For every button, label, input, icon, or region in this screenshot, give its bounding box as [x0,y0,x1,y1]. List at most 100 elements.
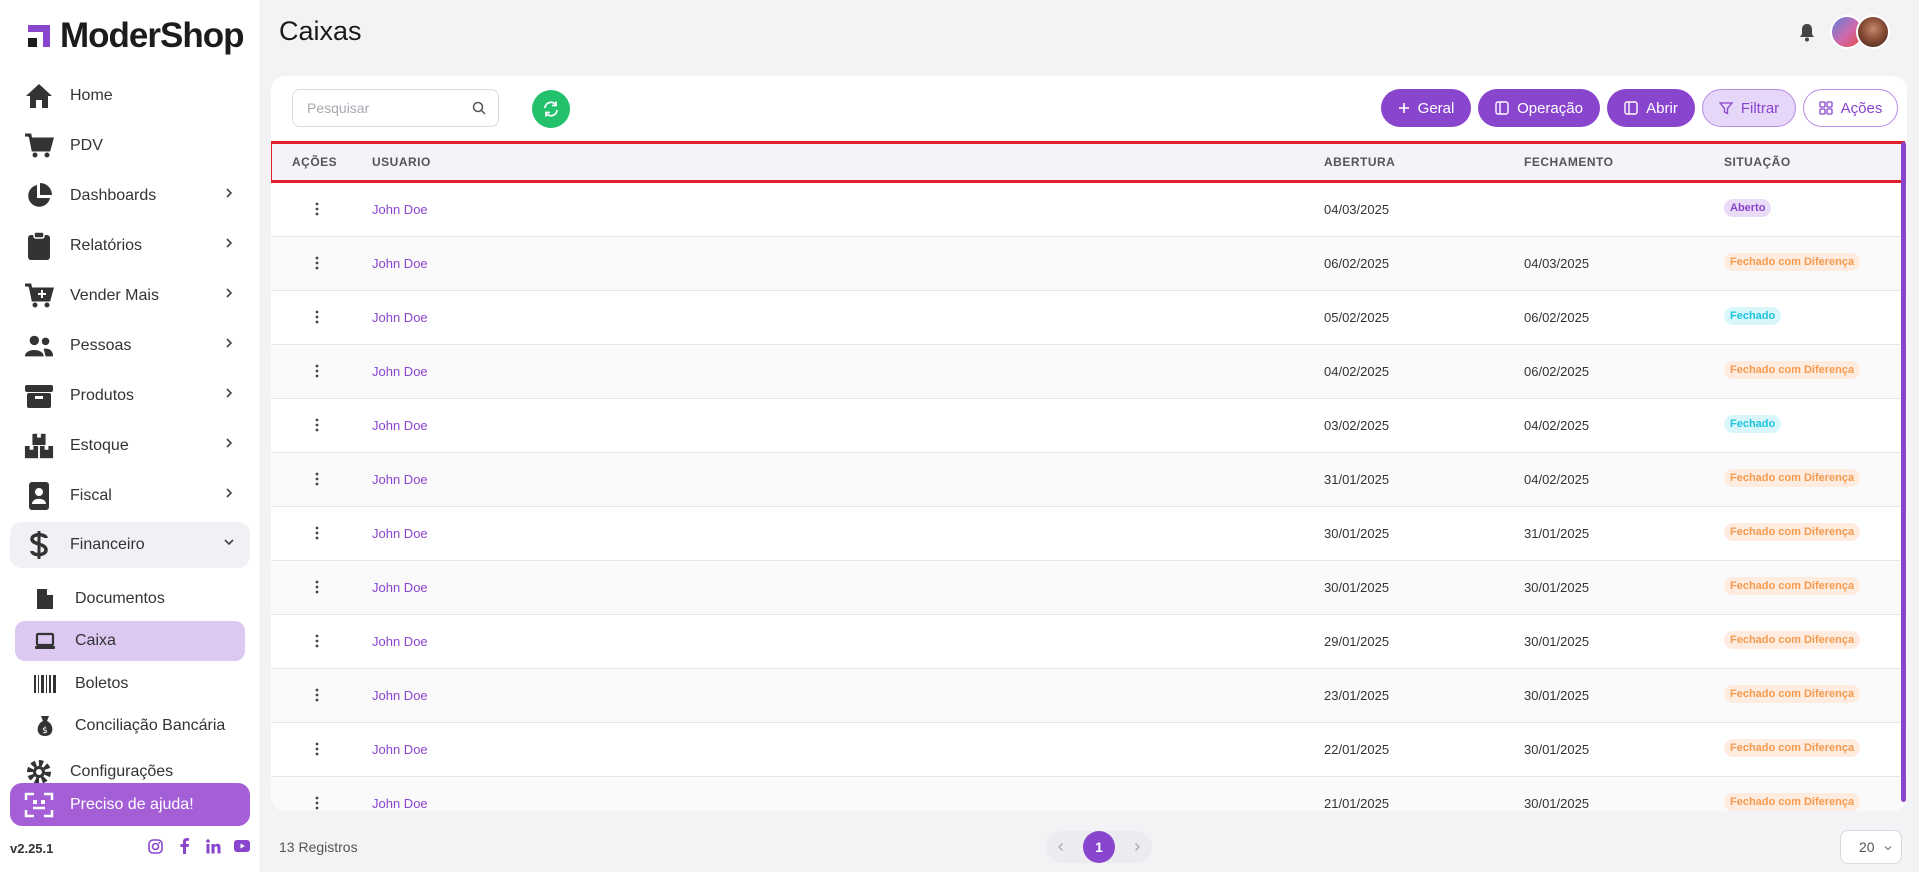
facebook-icon[interactable] [176,838,192,854]
status-badge: Fechado com Diferença [1724,361,1861,379]
logo[interactable]: ModerShop [26,16,244,56]
table-row[interactable]: John Doe 03/02/2025 04/02/2025 Fechado [271,399,1907,453]
column-header-acoes[interactable]: AÇÕES [292,155,337,169]
status-badge: Aberto [1724,199,1772,217]
cell-usuario[interactable]: John Doe [372,310,428,325]
chevron-left-icon[interactable] [1056,842,1066,852]
box-icon [24,381,54,411]
sidebar-item-label: Pessoas [70,337,132,354]
cart-icon [24,131,54,161]
table-scrollbar[interactable] [1901,142,1906,802]
table-row[interactable]: John Doe 22/01/2025 30/01/2025 Fechado com … [271,723,1907,777]
cell-usuario[interactable]: John Doe [372,418,428,433]
row-actions-icon[interactable] [311,413,323,437]
sidebar-item-home[interactable]: Home [10,73,250,119]
cell-usuario[interactable]: John Doe [372,580,428,595]
table-row[interactable]: John Doe 29/01/2025 30/01/2025 Fechado com … [271,615,1907,669]
sidebar-item-relatorios[interactable]: Relatórios [10,223,250,269]
chevron-right-icon [226,288,233,298]
row-actions-icon[interactable] [311,359,323,383]
acoes-button-label: Ações [1840,99,1883,117]
table-row[interactable]: John Doe 31/01/2025 04/02/2025 Fechado com … [271,453,1907,507]
geral-button[interactable]: Geral [1381,89,1471,127]
sidebar-item-dashboards[interactable]: Dashboards [10,173,250,219]
sidebar-item-vender-mais[interactable]: Vender Mais [10,273,250,319]
row-actions-icon[interactable] [311,197,323,221]
dollar-icon [24,530,54,560]
sidebar-subitem-documentos[interactable]: Documentos [15,579,245,619]
column-header-usuario[interactable]: USUARIO [372,155,431,169]
table-row[interactable]: John Doe 04/02/2025 06/02/2025 Fechado com … [271,345,1907,399]
cell-usuario[interactable]: John Doe [372,742,428,757]
operacao-button[interactable]: Operação [1478,89,1600,127]
sidebar-item-estoque[interactable]: Estoque [10,423,250,469]
cell-fechamento: 04/03/2025 [1524,256,1590,271]
bell-icon[interactable] [1798,22,1816,42]
status-badge: Fechado com Diferença [1724,253,1861,271]
badge-icon [24,481,54,511]
row-actions-icon[interactable] [311,791,323,811]
search-icon[interactable] [472,101,486,115]
boxes-icon [24,431,54,461]
sidebar-subitem-conciliacao[interactable]: $ Conciliação Bancária [15,706,245,746]
social-links [147,838,250,854]
page-button-current[interactable]: 1 [1083,831,1115,863]
abrir-button[interactable]: Abrir [1607,89,1695,127]
column-header-situacao[interactable]: SITUAÇÃO [1724,155,1791,169]
row-actions-icon[interactable] [311,737,323,761]
linkedin-icon[interactable] [205,838,221,854]
sidebar-subitem-boletos[interactable]: Boletos [15,664,245,704]
cell-fechamento: 30/01/2025 [1524,742,1590,757]
row-actions-icon[interactable] [311,251,323,275]
panel-icon [1624,101,1638,115]
sidebar-item-fiscal[interactable]: Fiscal [10,473,250,519]
instagram-icon[interactable] [147,838,163,854]
sidebar-item-produtos[interactable]: Produtos [10,373,250,419]
help-button-label: Preciso de ajuda! [70,795,194,813]
row-actions-icon[interactable] [311,683,323,707]
cart-plus-icon [24,281,54,311]
table-row[interactable]: John Doe 04/03/2025 Aberto [271,183,1907,237]
user-avatars[interactable] [1830,15,1894,51]
cell-usuario[interactable]: John Doe [372,472,428,487]
youtube-icon[interactable] [234,838,250,854]
sidebar-item-pdv[interactable]: PDV [10,123,250,169]
cell-usuario[interactable]: John Doe [372,256,428,271]
cell-usuario[interactable]: John Doe [372,364,428,379]
sidebar-item-label: Fiscal [70,487,112,504]
sidebar-subitem-caixa[interactable]: Caixa [15,621,245,661]
table-row[interactable]: John Doe 30/01/2025 31/01/2025 Fechado com … [271,507,1907,561]
cell-usuario[interactable]: John Doe [372,796,428,811]
acoes-button[interactable]: Ações [1803,89,1898,127]
cell-usuario[interactable]: John Doe [372,202,428,217]
row-actions-icon[interactable] [311,305,323,329]
row-actions-icon[interactable] [311,629,323,653]
cell-usuario[interactable]: John Doe [372,526,428,541]
table-row[interactable]: John Doe 30/01/2025 30/01/2025 Fechado com … [271,561,1907,615]
column-header-abertura[interactable]: ABERTURA [1324,155,1395,169]
search-input[interactable] [307,100,467,116]
cell-usuario[interactable]: John Doe [372,688,428,703]
chevron-right-icon [226,438,233,448]
row-actions-icon[interactable] [311,521,323,545]
home-icon [24,81,54,111]
refresh-button[interactable] [532,90,570,128]
sidebar: ModerShop Home PDV Dashboards Relatórios… [0,0,261,872]
filtrar-button[interactable]: Filtrar [1702,89,1796,127]
row-actions-icon[interactable] [311,575,323,599]
help-button[interactable]: Preciso de ajuda! [10,783,250,826]
table-row[interactable]: John Doe 23/01/2025 30/01/2025 Fechado com … [271,669,1907,723]
table-row[interactable]: John Doe 05/02/2025 06/02/2025 Fechado [271,291,1907,345]
sidebar-item-pessoas[interactable]: Pessoas [10,323,250,369]
per-page-value: 20 [1859,839,1875,855]
sidebar-item-financeiro[interactable]: Financeiro [10,522,250,568]
abrir-button-label: Abrir [1646,99,1678,117]
row-actions-icon[interactable] [311,467,323,491]
chevron-right-icon [226,388,233,398]
cell-usuario[interactable]: John Doe [372,634,428,649]
column-header-fechamento[interactable]: FECHAMENTO [1524,155,1613,169]
per-page-select[interactable]: 20 [1840,830,1902,864]
table-row[interactable]: John Doe 06/02/2025 04/03/2025 Fechado com … [271,237,1907,291]
chevron-right-icon[interactable] [1132,842,1142,852]
table-row[interactable]: John Doe 21/01/2025 30/01/2025 Fechado com … [271,777,1907,811]
